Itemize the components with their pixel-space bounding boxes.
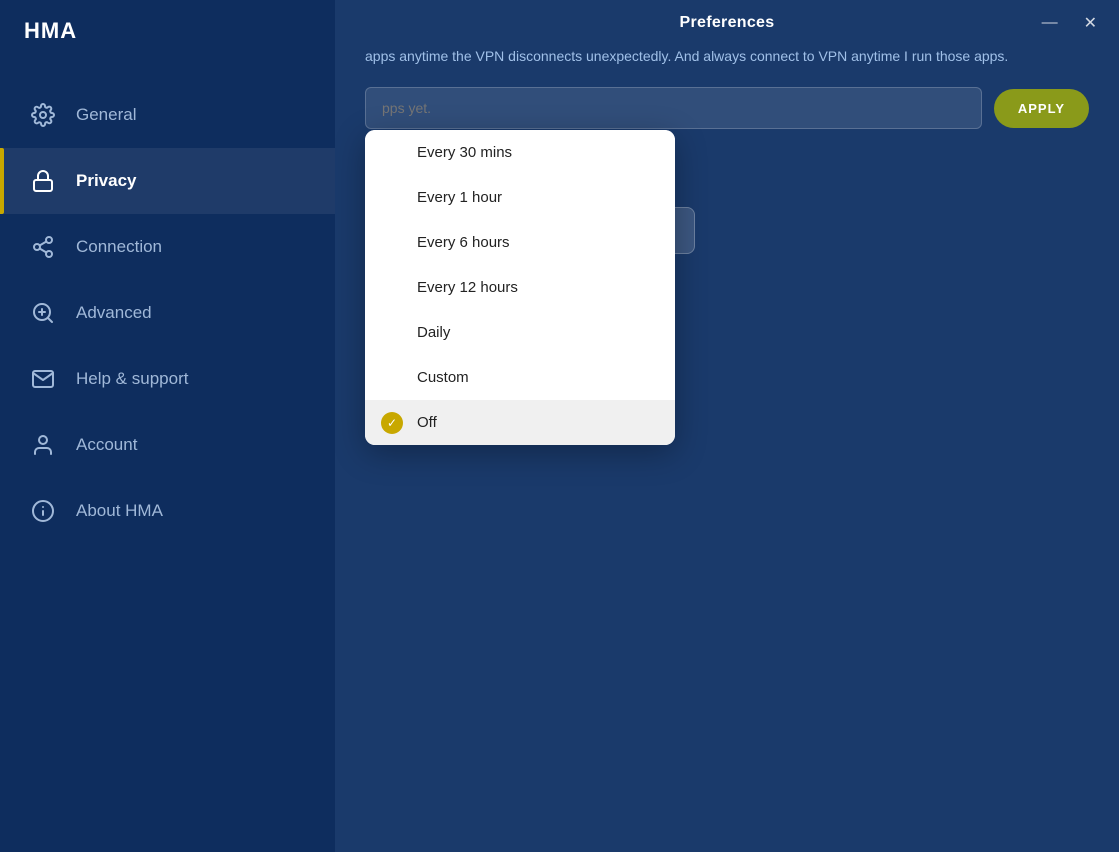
option-daily[interactable]: Daily (365, 310, 675, 355)
option-6hours-label: Every 6 hours (417, 234, 510, 251)
dialog-titlebar: Preferences — ✕ (335, 0, 1119, 46)
app-logo: HMA (0, 0, 335, 62)
option-12hours[interactable]: Every 12 hours (365, 265, 675, 310)
option-30mins[interactable]: Every 30 mins (365, 130, 675, 175)
sidebar-item-about[interactable]: About HMA (0, 478, 335, 544)
info-icon (28, 496, 58, 526)
option-30mins-label: Every 30 mins (417, 144, 512, 161)
sidebar-item-help[interactable]: Help & support (0, 346, 335, 412)
close-button[interactable]: ✕ (1078, 11, 1103, 35)
sidebar-item-label-connection: Connection (76, 237, 162, 257)
content-subtitle: apps anytime the VPN disconnects unexpec… (365, 46, 1089, 67)
option-custom-label: Custom (417, 369, 469, 386)
option-1hour-label: Every 1 hour (417, 189, 502, 206)
dropdown-popup: Every 30 mins Every 1 hour Every 6 hours… (365, 130, 675, 445)
sidebar-item-label-privacy: Privacy (76, 171, 137, 191)
dialog-controls: — ✕ (1036, 11, 1103, 35)
app-input[interactable] (365, 87, 982, 129)
app-input-row: APPLY (365, 87, 1089, 129)
sidebar-item-general[interactable]: General (0, 82, 335, 148)
sidebar: HMA General Privacy Co (0, 0, 335, 852)
sidebar-item-advanced[interactable]: Advanced (0, 280, 335, 346)
sidebar-item-label-about: About HMA (76, 501, 163, 521)
account-icon (28, 430, 58, 460)
apply-button[interactable]: APPLY (994, 89, 1089, 128)
option-daily-label: Daily (417, 324, 450, 341)
sidebar-item-connection[interactable]: Connection (0, 214, 335, 280)
option-1hour[interactable]: Every 1 hour (365, 175, 675, 220)
sidebar-nav: General Privacy Connection (0, 82, 335, 852)
option-12hours-label: Every 12 hours (417, 279, 518, 296)
option-off-label: Off (417, 414, 437, 431)
option-custom[interactable]: Custom (365, 355, 675, 400)
main-content: Preferences — ✕ apps anytime the VPN dis… (335, 0, 1119, 852)
help-icon (28, 364, 58, 394)
lock-icon (28, 166, 58, 196)
option-6hours[interactable]: Every 6 hours (365, 220, 675, 265)
advanced-icon (28, 298, 58, 328)
sidebar-item-label-general: General (76, 105, 136, 125)
option-off[interactable]: ✓ Off (365, 400, 675, 445)
sidebar-item-account[interactable]: Account (0, 412, 335, 478)
connection-icon (28, 232, 58, 262)
sidebar-item-label-help: Help & support (76, 369, 188, 389)
dialog-title: Preferences (680, 14, 775, 32)
minimize-button[interactable]: — (1036, 11, 1064, 35)
sidebar-item-label-advanced: Advanced (76, 303, 152, 323)
sidebar-item-privacy[interactable]: Privacy (0, 148, 335, 214)
gear-icon (28, 100, 58, 130)
sidebar-item-label-account: Account (76, 435, 137, 455)
checkmark-icon: ✓ (381, 412, 403, 434)
